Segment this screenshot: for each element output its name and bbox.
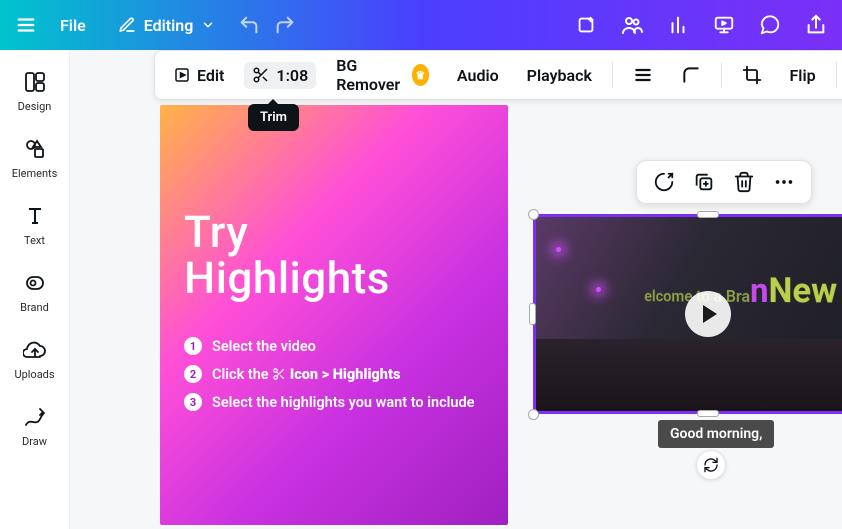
- premium-badge-icon: ♛: [412, 64, 429, 86]
- editing-mode-button[interactable]: Editing: [106, 10, 228, 41]
- nav-elements[interactable]: Elements: [3, 129, 67, 184]
- step-number: 1: [184, 337, 202, 355]
- divider: [721, 62, 722, 88]
- trim-time: 1:08: [276, 66, 308, 85]
- trim-tooltip: Trim: [248, 104, 299, 131]
- resize-handle-n[interactable]: [697, 211, 719, 218]
- nav-label: Brand: [20, 301, 49, 314]
- step-number: 2: [184, 365, 202, 383]
- delete-button[interactable]: [731, 169, 757, 195]
- design-page[interactable]: TryHighlights 1 Select the video 2 Click…: [160, 105, 508, 525]
- file-menu[interactable]: File: [48, 10, 98, 41]
- edit-label: Edit: [197, 66, 224, 85]
- resize-handle-s[interactable]: [697, 410, 719, 417]
- selected-video-element[interactable]: elcome to a BranNew Era: [533, 214, 842, 414]
- video-caption[interactable]: Good morning,: [658, 420, 774, 448]
- playback-button[interactable]: Playback: [519, 62, 600, 89]
- editing-label: Editing: [144, 16, 194, 35]
- nav-label: Design: [18, 100, 52, 113]
- audio-button[interactable]: Audio: [449, 62, 507, 89]
- divider: [836, 62, 837, 88]
- steps-list: 1 Select the video 2 Click the Icon > Hi…: [184, 337, 484, 411]
- edit-button[interactable]: Edit: [165, 62, 232, 89]
- step-text: Select the video: [212, 338, 316, 355]
- redo-button[interactable]: [271, 11, 299, 39]
- step-text: Select the highlights you want to includ…: [212, 394, 474, 411]
- nav-label: Text: [24, 234, 45, 247]
- shapes-icon: [19, 133, 51, 165]
- nav-label: Elements: [12, 167, 58, 180]
- duplicate-button[interactable]: [691, 169, 717, 195]
- nav-uploads[interactable]: Uploads: [3, 330, 67, 385]
- cloud-upload-icon: [19, 334, 51, 366]
- draw-icon: [19, 401, 51, 433]
- play-button[interactable]: [685, 291, 731, 337]
- analytics-icon[interactable]: [664, 11, 692, 39]
- divider: [612, 62, 613, 88]
- text-icon: [19, 200, 51, 232]
- nav-design[interactable]: Design: [3, 62, 67, 117]
- scissors-icon: [272, 367, 286, 381]
- step-text: Click the Icon > Highlights: [212, 366, 400, 383]
- corner-radius-button[interactable]: [673, 61, 709, 89]
- context-toolbar: Edit 1:08 BG Remover ♛ Audio Playback Fl…: [154, 50, 842, 100]
- people-icon[interactable]: [618, 11, 646, 39]
- floating-element-toolbar: [636, 160, 812, 204]
- more-options-button[interactable]: [771, 169, 797, 195]
- crop-button[interactable]: [734, 61, 770, 89]
- nav-label: Draw: [22, 435, 47, 448]
- scissors-icon: [252, 66, 270, 84]
- step-row: 1 Select the video: [184, 337, 484, 355]
- bg-remover-label: BG Remover: [336, 56, 406, 94]
- share-icon[interactable]: [802, 11, 830, 39]
- page-title: TryHighlights: [184, 209, 484, 301]
- chevron-down-icon: [201, 18, 215, 32]
- left-sidebar: Design Elements Text Brand Uploads Draw: [0, 50, 70, 529]
- nav-text[interactable]: Text: [3, 196, 67, 251]
- nav-draw[interactable]: Draw: [3, 397, 67, 452]
- trim-button[interactable]: 1:08: [244, 62, 316, 89]
- step-row: 3 Select the highlights you want to incl…: [184, 393, 484, 411]
- nav-label: Uploads: [14, 368, 54, 381]
- nav-brand[interactable]: Brand: [3, 263, 67, 318]
- comment-icon[interactable]: [756, 11, 784, 39]
- pencil-icon: [118, 16, 136, 34]
- resize-handle-w[interactable]: [529, 303, 536, 325]
- animate-button[interactable]: [651, 169, 677, 195]
- resize-handle-nw[interactable]: [528, 209, 539, 220]
- resize-handle-sw[interactable]: [528, 409, 539, 420]
- video-banner-text: elcome to a BranNew Era: [645, 269, 842, 312]
- undo-button[interactable]: [235, 11, 263, 39]
- sync-rotate-button[interactable]: [696, 450, 726, 480]
- magic-icon[interactable]: [572, 11, 600, 39]
- brand-icon: [19, 267, 51, 299]
- canvas[interactable]: Edit 1:08 BG Remover ♛ Audio Playback Fl…: [70, 50, 842, 529]
- list-style-button[interactable]: [625, 61, 661, 89]
- step-number: 3: [184, 393, 202, 411]
- menu-icon[interactable]: [12, 11, 40, 39]
- template-icon: [19, 66, 51, 98]
- step-row: 2 Click the Icon > Highlights: [184, 365, 484, 383]
- flip-button[interactable]: Flip: [782, 62, 824, 89]
- present-icon[interactable]: [710, 11, 738, 39]
- bg-remover-button[interactable]: BG Remover ♛: [328, 52, 437, 98]
